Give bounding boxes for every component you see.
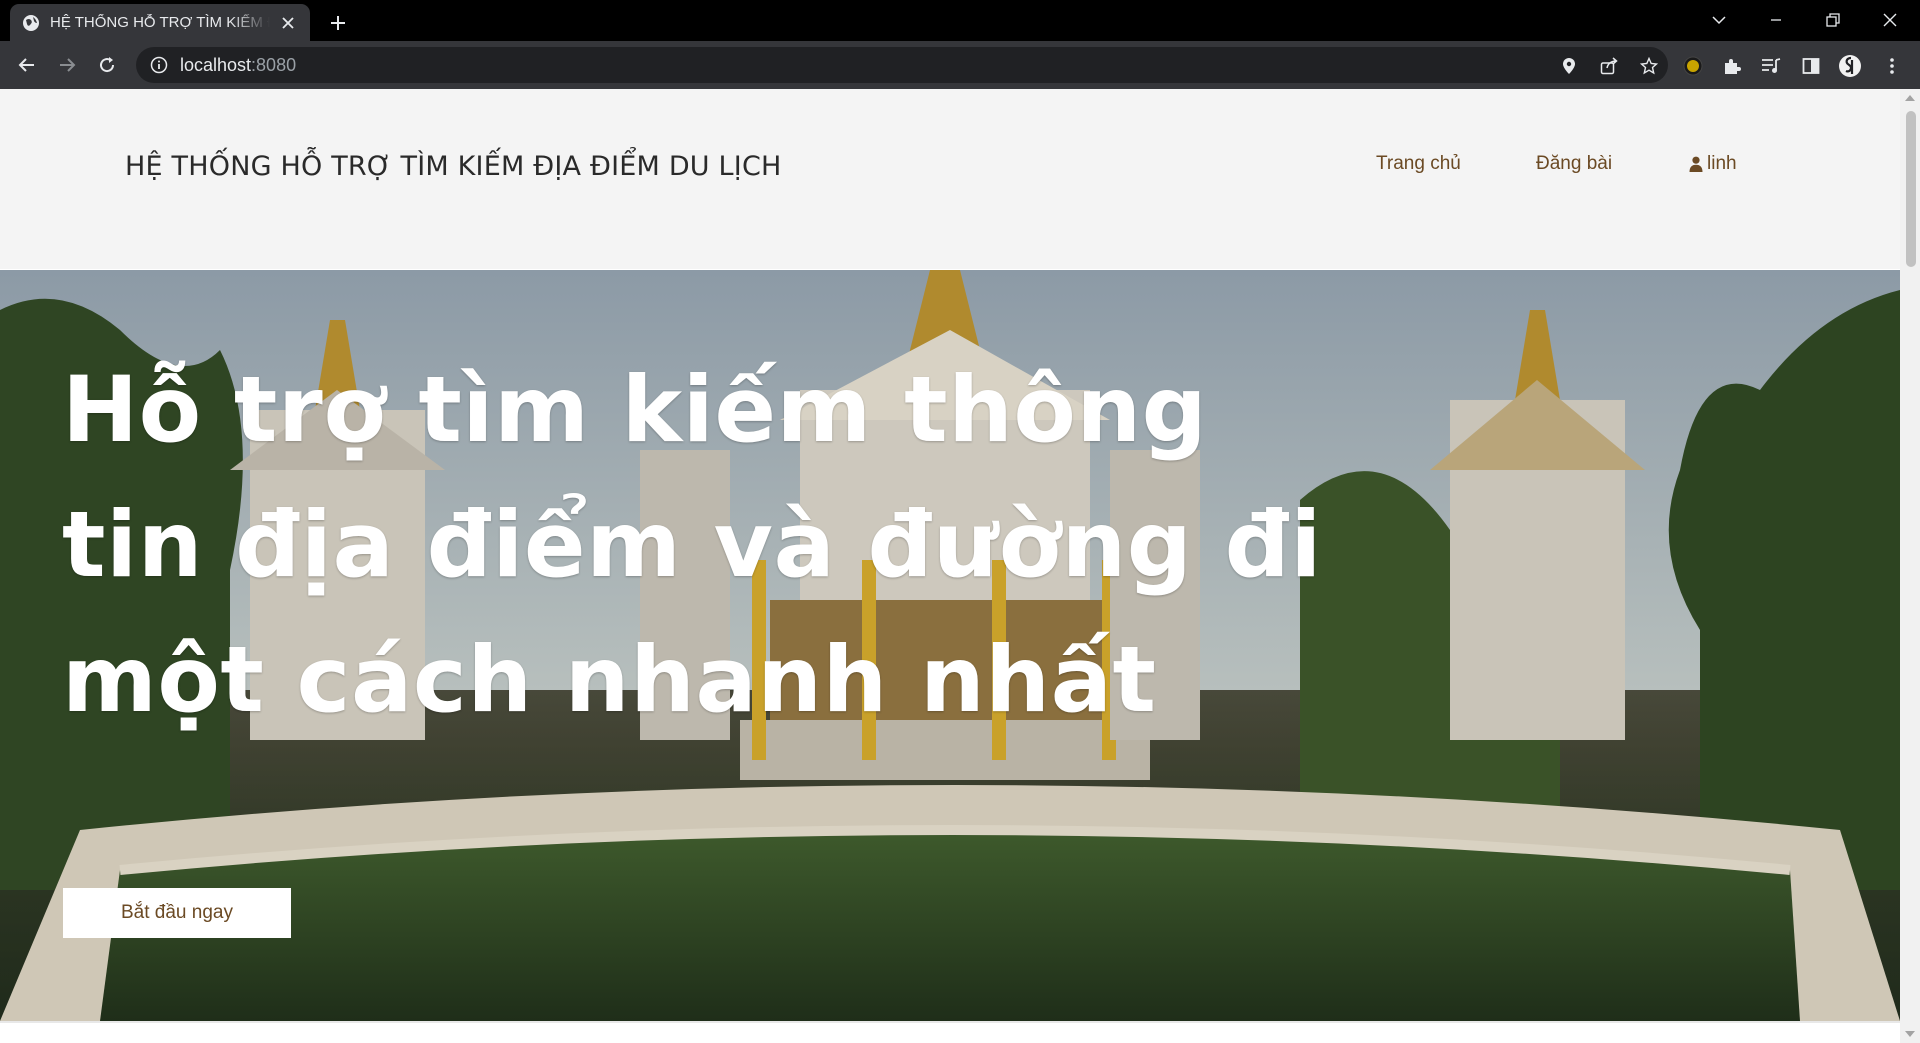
scrollbar-thumb[interactable] bbox=[1906, 111, 1916, 267]
reload-icon bbox=[100, 57, 115, 73]
share-icon[interactable] bbox=[1598, 55, 1620, 77]
site-title[interactable]: HỆ THỐNG HỖ TRỢ TÌM KIẾM ĐỊA ĐIỂM DU LỊC… bbox=[125, 151, 782, 182]
nav-user-name: linh bbox=[1707, 153, 1737, 174]
scroll-up-arrow[interactable] bbox=[1905, 95, 1915, 101]
extension-circle-icon[interactable] bbox=[1681, 54, 1705, 78]
puzzle-icon[interactable] bbox=[1720, 54, 1744, 78]
back-button[interactable] bbox=[13, 51, 41, 79]
start-now-button[interactable]: Bắt đầu ngay bbox=[63, 888, 291, 938]
profile-avatar-icon[interactable] bbox=[1838, 54, 1862, 78]
scroll-down-arrow[interactable] bbox=[1905, 1031, 1915, 1037]
url-port: :8080 bbox=[251, 54, 297, 75]
forward-button[interactable] bbox=[53, 51, 81, 79]
restore-icon bbox=[1826, 13, 1840, 27]
chevron-down-icon bbox=[1712, 16, 1726, 25]
location-pin-icon[interactable] bbox=[1558, 55, 1580, 77]
minimize-button[interactable] bbox=[1762, 6, 1790, 34]
hero-heading: Hỗ trợ tìm kiếm thông tin địa điểm và đư… bbox=[62, 358, 1322, 733]
info-icon[interactable] bbox=[150, 56, 168, 74]
nav-link-post[interactable]: Đăng bài bbox=[1536, 153, 1612, 175]
side-panel-icon[interactable] bbox=[1799, 54, 1823, 78]
address-bar[interactable]: localhost:8080 bbox=[136, 47, 1668, 83]
arrow-left-icon bbox=[18, 58, 34, 72]
url-text[interactable]: localhost:8080 bbox=[180, 55, 296, 76]
url-host: localhost bbox=[180, 54, 252, 75]
more-vert-icon[interactable] bbox=[1880, 54, 1904, 78]
page-scrollbar[interactable] bbox=[1900, 89, 1920, 1043]
reload-button[interactable] bbox=[93, 51, 121, 79]
nav-link-home[interactable]: Trang chủ bbox=[1376, 153, 1461, 175]
site-header: HỆ THỐNG HỖ TRỢ TÌM KIẾM ĐỊA ĐIỂM DU LỊC… bbox=[0, 89, 1900, 269]
browser-toolbar: localhost:8080 bbox=[0, 41, 1920, 89]
new-tab-button[interactable] bbox=[324, 9, 352, 37]
browser-tab-strip: HỆ THỐNG HỖ TRỢ TÌM KIẾM ĐỊA ĐIỂM DU LỊC… bbox=[0, 0, 1920, 41]
tab-title: HỆ THỐNG HỖ TRỢ TÌM KIẾM ĐỊA ĐIỂM DU LỊC… bbox=[50, 14, 270, 31]
browser-tab[interactable]: HỆ THỐNG HỖ TRỢ TÌM KIẾM ĐỊA ĐIỂM DU LỊC… bbox=[10, 4, 310, 41]
restore-button[interactable] bbox=[1819, 6, 1847, 34]
plus-icon bbox=[331, 16, 345, 30]
minimize-icon bbox=[1771, 19, 1781, 21]
arrow-right-icon bbox=[60, 58, 76, 72]
media-control-icon[interactable] bbox=[1759, 54, 1783, 78]
close-icon bbox=[1883, 13, 1897, 27]
close-icon[interactable] bbox=[278, 13, 298, 33]
star-icon[interactable] bbox=[1638, 55, 1660, 77]
hero-banner: Hỗ trợ tìm kiếm thông tin địa điểm và đư… bbox=[0, 270, 1900, 1021]
page-viewport: HỆ THỐNG HỖ TRỢ TÌM KIẾM ĐỊA ĐIỂM DU LỊC… bbox=[0, 89, 1900, 1043]
tab-search-button[interactable] bbox=[1705, 6, 1733, 34]
user-icon bbox=[1689, 156, 1703, 172]
page-bottom-edge bbox=[0, 1021, 1900, 1043]
nav-link-user[interactable]: linh bbox=[1689, 153, 1737, 175]
globe-icon bbox=[23, 14, 39, 31]
close-window-button[interactable] bbox=[1876, 6, 1904, 34]
